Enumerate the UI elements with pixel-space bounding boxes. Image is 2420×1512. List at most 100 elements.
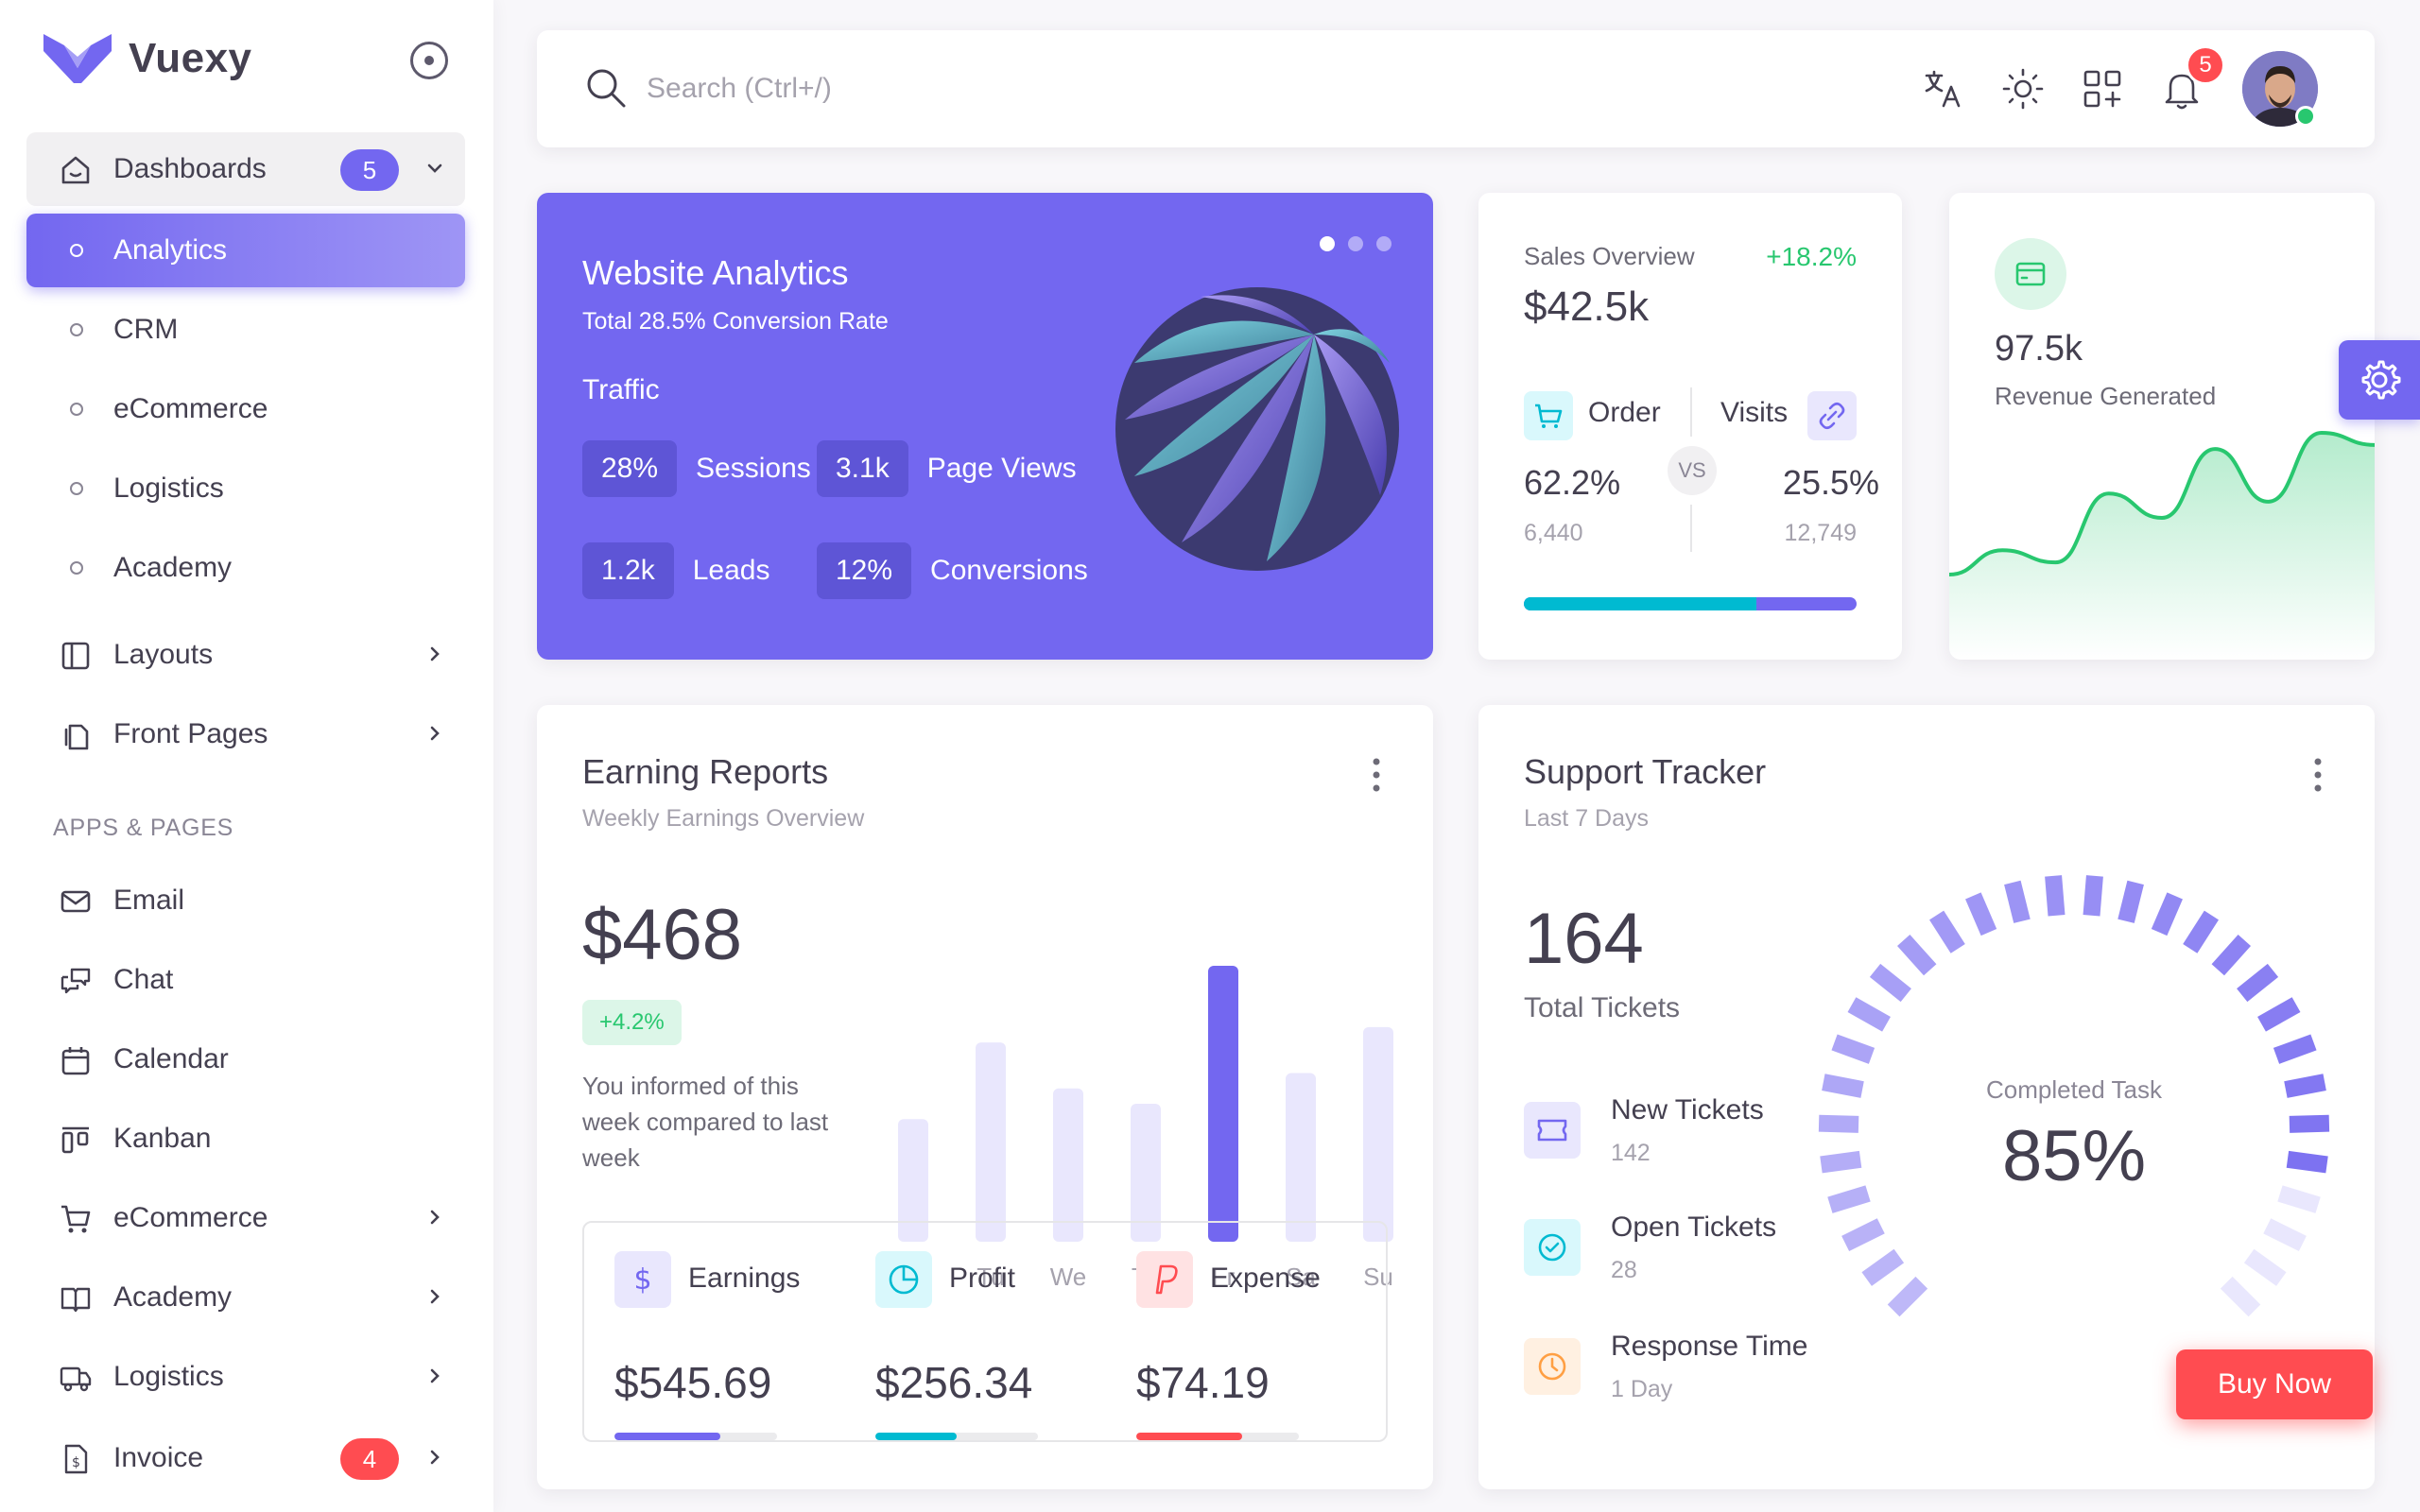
sidebar-item-label: Calendar — [113, 1043, 229, 1074]
gauge-segment — [2277, 1185, 2321, 1213]
sidebar-collapse-toggle[interactable] — [410, 42, 448, 79]
revenue-label: Revenue Generated — [1995, 382, 2217, 410]
sidebar-item-label: Front Pages — [113, 718, 268, 749]
carousel-dot[interactable] — [1320, 236, 1335, 251]
gauge-segment — [2045, 875, 2066, 917]
brand[interactable]: Vuexy — [43, 34, 252, 83]
sidebar-item-academy-dashboard[interactable]: Academy — [26, 531, 465, 605]
sidebar-item-label: CRM — [113, 314, 179, 345]
revenue-area-chart — [1949, 430, 2375, 660]
translate-icon[interactable] — [1921, 66, 1966, 112]
earnings-description: You informed of this week compared to la… — [582, 1072, 829, 1172]
sidebar-item-kanban[interactable]: Kanban — [26, 1102, 465, 1176]
stat-label: Page Views — [926, 453, 1077, 484]
cart-icon — [61, 1205, 91, 1233]
card-subtitle: Last 7 Days — [1524, 805, 1650, 832]
bullet-icon — [70, 403, 83, 416]
sidebar-item-logistics[interactable]: Logistics — [26, 1340, 465, 1414]
sidebar-item-label: Layouts — [113, 639, 214, 670]
sidebar-item-chat[interactable]: Chat — [26, 943, 465, 1017]
gauge-segment — [2289, 1114, 2330, 1133]
sidebar-item-label: Academy — [113, 1281, 233, 1313]
sidebar-item-label: Invoice — [113, 1442, 204, 1473]
earnings-summary-box: $ Earnings $545.69 Profit $256.34 Expens… — [582, 1221, 1388, 1442]
order-progress-fill — [1524, 597, 1757, 610]
stat-label: Leads — [692, 555, 770, 586]
buy-now-button[interactable]: Buy Now — [2176, 1349, 2373, 1419]
link-icon — [1819, 402, 1845, 430]
sales-value: $42.5k — [1524, 284, 1650, 330]
sidebar-item-label: Chat — [113, 964, 174, 995]
divider-line — [1690, 505, 1692, 552]
earning-reports-card: Earning Reports Weekly Earnings Overview… — [537, 705, 1433, 1489]
card-title: Website Analytics — [582, 253, 849, 292]
row-label: New Tickets — [1611, 1094, 1764, 1125]
sidebar-item-calendar[interactable]: Calendar — [26, 1022, 465, 1096]
pie-chart-icon — [875, 1251, 932, 1308]
gauge-segment — [2211, 935, 2252, 976]
order-visits-progress — [1524, 597, 1857, 610]
sidebar-item-ecommerce-dashboard[interactable]: eCommerce — [26, 372, 465, 446]
apps-grid-icon[interactable] — [2080, 66, 2125, 112]
dollar-icon: $ — [614, 1251, 671, 1308]
sidebar-item-label: Logistics — [113, 1361, 224, 1392]
sidebar-item-crm[interactable]: CRM — [26, 293, 465, 367]
sidebar-item-ecommerce[interactable]: eCommerce — [26, 1181, 465, 1255]
gauge-segment — [2151, 892, 2183, 936]
invoice-count-badge: 4 — [340, 1438, 399, 1480]
search-input[interactable] — [647, 62, 1497, 115]
sidebar-item-dashboards[interactable]: Dashboards 5 — [26, 132, 465, 206]
growth-badge: +4.2% — [582, 1000, 682, 1045]
cart-icon — [1535, 404, 1563, 428]
gauge-segment — [2237, 963, 2279, 1003]
sidebar-item-analytics[interactable]: Analytics — [26, 214, 465, 287]
summary-progress — [875, 1433, 1038, 1440]
notification-count-badge: 5 — [2186, 45, 2225, 85]
top-navbar: 5 — [537, 30, 2375, 147]
gear-icon — [2361, 360, 2401, 400]
paypal-icon — [1136, 1251, 1193, 1308]
sidebar-item-logistics-dashboard[interactable]: Logistics — [26, 452, 465, 525]
online-status-dot — [2295, 106, 2316, 127]
search-icon[interactable] — [584, 66, 628, 110]
card-title: Earning Reports — [582, 752, 829, 791]
messages-icon — [60, 968, 91, 994]
gauge-segment — [2183, 910, 2219, 954]
sidebar-item-label: Academy — [113, 552, 233, 583]
sidebar-item-layouts[interactable]: Layouts — [26, 618, 465, 692]
sidebar-item-front-pages[interactable]: Front Pages — [26, 697, 465, 771]
gauge-segment — [2273, 1034, 2317, 1064]
carousel-indicators[interactable] — [1320, 236, 1392, 251]
more-vertical-icon[interactable] — [2314, 758, 2322, 792]
sidebar-item-label: Email — [113, 885, 185, 916]
carousel-dot[interactable] — [1376, 236, 1392, 251]
summary-progress-fill — [1136, 1433, 1242, 1440]
gauge-value: 85% — [2001, 1116, 2147, 1196]
stat-value: 12% — [817, 542, 912, 599]
carousel-dot[interactable] — [1348, 236, 1363, 251]
gauge-segment — [2286, 1150, 2328, 1174]
sidebar: Vuexy Dashboards 5 Analytics CRM eCommer… — [0, 0, 493, 1512]
mail-icon — [60, 890, 91, 913]
chevron-right-icon — [430, 1368, 440, 1383]
bar-we — [1053, 1088, 1083, 1242]
credit-card-icon — [2015, 262, 2046, 286]
brand-name: Vuexy — [129, 35, 252, 81]
sun-theme-icon[interactable] — [2000, 66, 2046, 112]
sidebar-item-email[interactable]: Email — [26, 864, 465, 937]
more-vertical-icon[interactable] — [1373, 758, 1380, 792]
sidebar-item-label: eCommerce — [113, 393, 268, 424]
order-percent: 62.2% — [1524, 463, 1621, 502]
theme-customizer-button[interactable] — [2339, 340, 2420, 420]
summary-progress-fill — [614, 1433, 720, 1440]
gauge-segment — [2004, 880, 2031, 923]
total-tickets-label: Total Tickets — [1524, 992, 1681, 1023]
sidebar-item-invoice[interactable]: $ Invoice 4 — [26, 1421, 465, 1495]
sidebar-item-academy[interactable]: Academy — [26, 1261, 465, 1334]
credit-card-icon-wrap — [1995, 238, 2066, 310]
stat-leads: 1.2k Leads — [582, 542, 769, 599]
stat-label: Sessions — [696, 453, 811, 484]
book-icon — [60, 1287, 91, 1313]
sidebar-item-label: Kanban — [113, 1123, 212, 1154]
gauge-segment — [1965, 892, 1997, 936]
